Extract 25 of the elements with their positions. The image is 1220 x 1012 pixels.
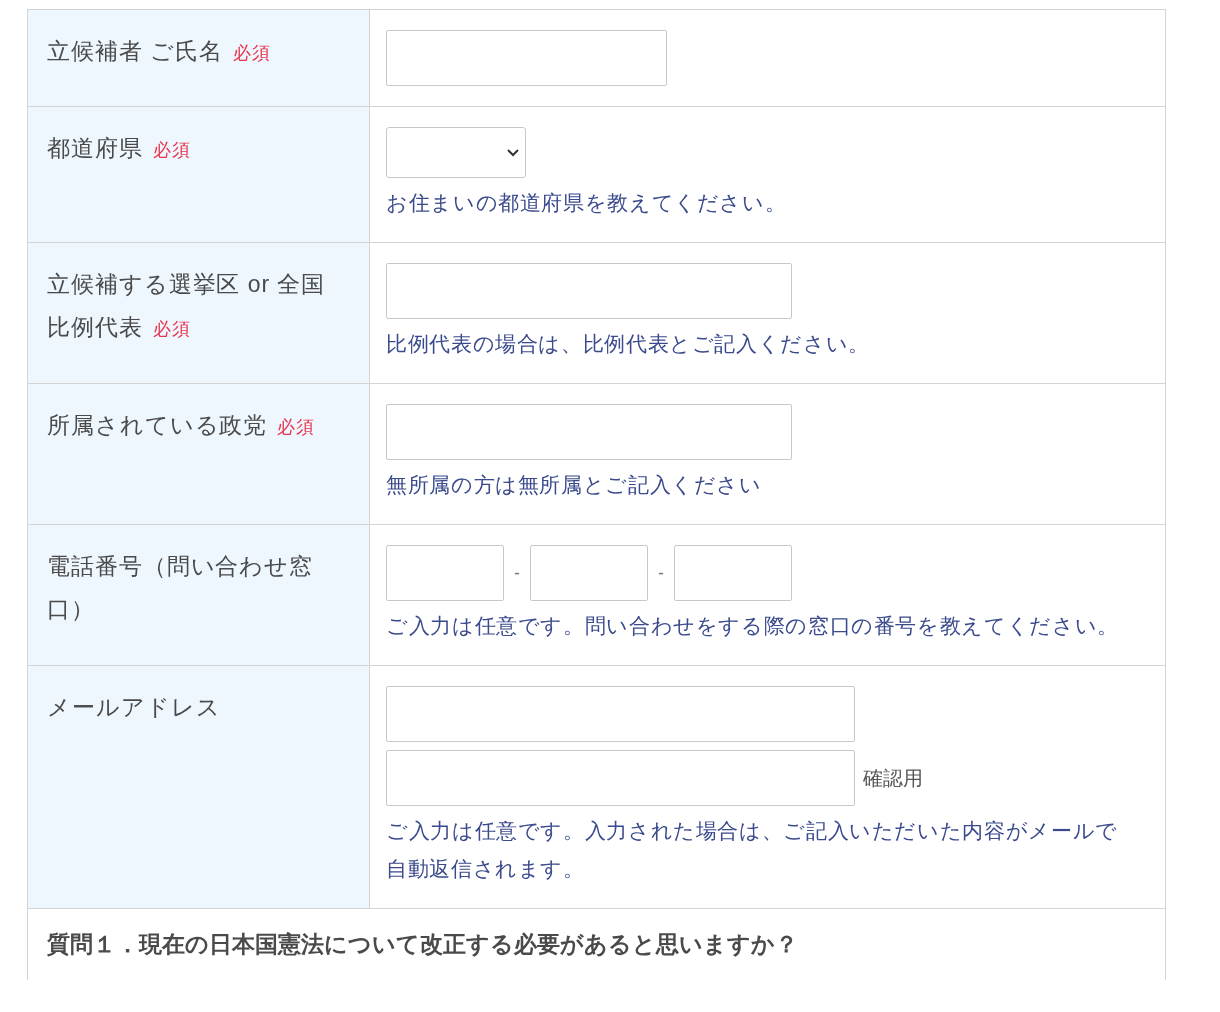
field-hint: ご入力は任意です。問い合わせをする際の窓口の番号を教えてください。 (386, 613, 1120, 639)
dash-separator: - (657, 561, 665, 585)
field-label: メールアドレス (47, 693, 222, 722)
field-label: 立候補者 ご氏名 必須 (47, 37, 272, 66)
confirm-label: 確認用 (863, 766, 923, 791)
phone-input[interactable] (386, 545, 504, 601)
dash-separator: - (513, 561, 521, 585)
text-input[interactable] (386, 404, 792, 460)
email-confirm-input[interactable] (386, 750, 855, 806)
field-label: 立候補する選挙区 or 全国比例代表 必須 (47, 270, 327, 342)
text-input[interactable] (386, 263, 792, 319)
chevron-down-icon (507, 149, 519, 156)
email-input[interactable] (386, 686, 855, 742)
phone-input[interactable] (674, 545, 792, 601)
field-label: 電話番号（問い合わせ窓口） (47, 552, 315, 624)
prefecture-select[interactable] (386, 127, 526, 178)
field-label: 所属されている政党 必須 (47, 411, 317, 440)
field-label: 都道府県 必須 (47, 134, 192, 163)
text-input[interactable] (386, 30, 667, 86)
field-hint: ご入力は任意です。入力された場合は、ご記入いただいた内容がメールで自動返信されます。 (386, 818, 1119, 882)
field-hint: 無所属の方は無所属とご記入ください (386, 472, 763, 498)
field-hint: 比例代表の場合は、比例代表とご記入ください。 (386, 331, 871, 357)
question-text: 質問１．現在の日本国憲法について改正する必要があると思いますか？ (47, 930, 799, 959)
field-hint: お住まいの都道府県を教えてください。 (386, 190, 788, 216)
phone-input[interactable] (530, 545, 648, 601)
